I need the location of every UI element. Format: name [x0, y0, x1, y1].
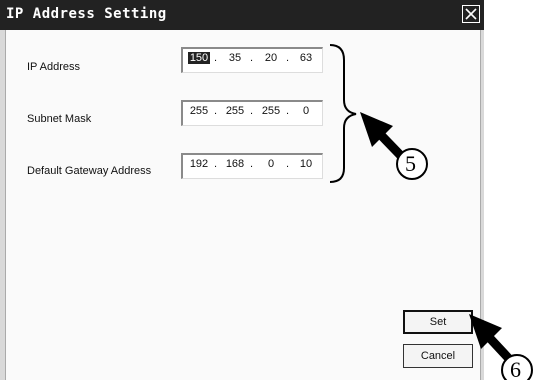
bracket-brace [329, 44, 357, 183]
callout-number-6: 6 [510, 357, 521, 382]
callout-number-5: 5 [405, 151, 416, 176]
arrow-icon [469, 314, 516, 366]
arrow-icon [360, 112, 409, 164]
annotation-overlay [329, 44, 533, 380]
